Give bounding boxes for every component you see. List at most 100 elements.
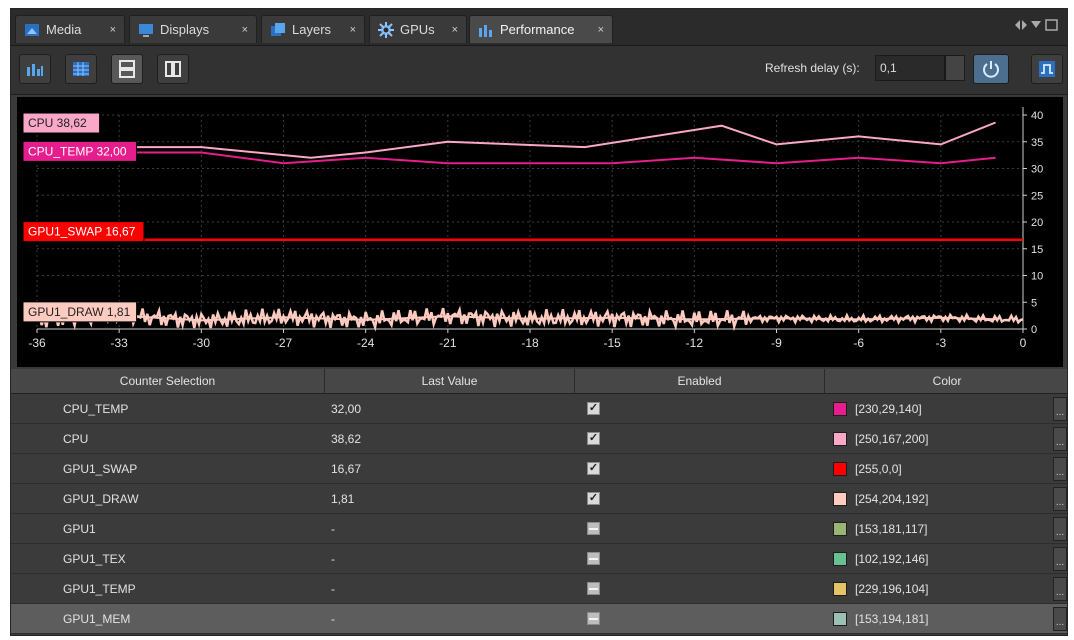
enabled-checkbox[interactable] — [587, 522, 600, 535]
tab-label: GPUs — [400, 22, 435, 37]
color-value: [230,29,140] — [855, 402, 922, 416]
color-swatch[interactable] — [833, 432, 847, 446]
color-swatch[interactable] — [833, 552, 847, 566]
color-picker-button[interactable]: ... — [1053, 607, 1067, 631]
tab-gpus[interactable]: GPUs × — [369, 15, 467, 43]
close-icon[interactable]: × — [598, 24, 604, 36]
counter-name: CPU — [63, 432, 89, 446]
pulse-button[interactable] — [1031, 54, 1063, 84]
split-horizontal-button[interactable] — [111, 54, 143, 84]
enabled-checkbox[interactable]: ✓ — [587, 402, 600, 415]
x-tick-label: -3 — [935, 336, 946, 350]
tab-layers[interactable]: Layers × — [261, 15, 365, 43]
table-row[interactable]: GPU1_TEX - [102,192,146]... — [11, 544, 1067, 574]
counter-table: Counter Selection Last Value Enabled Col… — [11, 369, 1067, 635]
window-controls[interactable] — [1015, 19, 1059, 34]
window-menu-icon[interactable] — [1015, 19, 1059, 31]
table-row[interactable]: GPU1 - [153,181,117]... — [11, 514, 1067, 544]
layers-icon — [270, 22, 286, 38]
tab-label: Media — [46, 22, 82, 37]
chart-svg: -36 -33 -30 -27 -24 -21 -18 -15 -12 -9 -6 -3 0051015… — [22, 107, 1043, 350]
last-value: 16,67 — [331, 462, 362, 476]
y-tick-label: 20 — [1031, 217, 1043, 229]
split-vertical-button[interactable] — [157, 54, 189, 84]
performance-icon — [478, 22, 494, 38]
refresh-delay-spinner[interactable] — [945, 55, 965, 81]
table-row[interactable]: GPU1_MEM - [153,194,181]... — [11, 604, 1067, 634]
series-label: CPU 38,62 — [28, 116, 87, 130]
table-row[interactable]: CPU 38,62 ✓ [250,167,200]... — [11, 424, 1067, 454]
table-icon — [73, 62, 89, 76]
x-tick-label: 0 — [1020, 336, 1027, 350]
color-value: [153,194,181] — [855, 612, 929, 626]
counter-name: GPU1 — [63, 522, 96, 536]
bar-chart-button[interactable] — [19, 54, 51, 84]
tab-displays[interactable]: Displays × — [129, 15, 257, 43]
tab-label: Layers — [292, 22, 332, 37]
x-tick-label: -6 — [853, 336, 864, 350]
x-tick-label: -24 — [357, 336, 375, 350]
table-row[interactable]: GPU1_TEMP - [229,196,104]... — [11, 574, 1067, 604]
enabled-checkbox[interactable] — [587, 612, 600, 625]
color-swatch[interactable] — [833, 522, 847, 536]
tab-performance[interactable]: Performance × — [469, 15, 613, 43]
color-picker-button[interactable]: ... — [1053, 397, 1067, 421]
column-header-last-value[interactable]: Last Value — [325, 369, 575, 393]
enabled-checkbox[interactable]: ✓ — [587, 492, 600, 505]
column-header-color[interactable]: Color — [825, 369, 1067, 393]
close-icon[interactable]: × — [452, 24, 458, 36]
close-icon[interactable]: × — [110, 24, 116, 36]
enabled-checkbox[interactable]: ✓ — [587, 432, 600, 445]
power-button[interactable] — [973, 54, 1009, 84]
series-label: CPU_TEMP 32,00 — [28, 144, 127, 158]
column-header-counter[interactable]: Counter Selection — [11, 369, 325, 393]
bar-chart-icon — [27, 64, 43, 76]
table-view-button[interactable] — [65, 54, 97, 84]
color-swatch[interactable] — [833, 492, 847, 506]
refresh-delay-input[interactable] — [875, 55, 945, 81]
table-row[interactable]: GPU1_DRAW 1,81 ✓ [254,204,192]... — [11, 484, 1067, 514]
color-swatch[interactable] — [833, 462, 847, 476]
x-tick-label: -15 — [603, 336, 621, 350]
color-picker-button[interactable]: ... — [1053, 457, 1067, 481]
color-swatch[interactable] — [833, 402, 847, 416]
x-tick-label: -27 — [275, 336, 293, 350]
close-icon[interactable]: × — [242, 24, 248, 36]
last-value: - — [331, 582, 335, 596]
table-row[interactable]: GPU1_SWAP 16,67 ✓ [255,0,0]... — [11, 454, 1067, 484]
color-picker-button[interactable]: ... — [1053, 487, 1067, 511]
tab-media[interactable]: Media × — [15, 15, 125, 43]
color-picker-button[interactable]: ... — [1053, 427, 1067, 451]
color-value: [229,196,104] — [855, 582, 929, 596]
color-picker-button[interactable]: ... — [1053, 517, 1067, 541]
y-tick-label: 40 — [1031, 110, 1043, 122]
x-tick-label: -30 — [193, 336, 211, 350]
tab-label: Displays — [160, 22, 210, 37]
media-icon — [24, 22, 40, 38]
close-icon[interactable]: × — [350, 24, 356, 36]
y-tick-label: 30 — [1031, 164, 1043, 176]
last-value: - — [331, 612, 335, 626]
table-header: Counter Selection Last Value Enabled Col… — [11, 369, 1067, 394]
counter-name: GPU1_TEX — [63, 552, 126, 566]
toolbar: Refresh delay (s): — [11, 46, 1067, 95]
color-swatch[interactable] — [833, 582, 847, 596]
color-swatch[interactable] — [833, 612, 847, 626]
color-picker-button[interactable]: ... — [1053, 547, 1067, 571]
column-header-enabled[interactable]: Enabled — [575, 369, 825, 393]
color-value: [255,0,0] — [855, 462, 902, 476]
y-tick-label: 5 — [1031, 297, 1037, 309]
color-picker-button[interactable]: ... — [1053, 577, 1067, 601]
x-tick-label: -9 — [771, 336, 782, 350]
series-line-cpu-temp — [37, 151, 996, 165]
last-value: 38,62 — [331, 432, 362, 446]
last-value: 1,81 — [331, 492, 355, 506]
y-tick-label: 35 — [1031, 137, 1043, 149]
performance-window: Media × Displays × Layers × GPUs × Perfo… — [10, 8, 1068, 636]
performance-chart: -36 -33 -30 -27 -24 -21 -18 -15 -12 -9 -6 -3 0 0 5 10 15… — [17, 97, 1063, 367]
last-value: 32,00 — [331, 402, 362, 416]
enabled-checkbox[interactable] — [587, 582, 600, 595]
enabled-checkbox[interactable] — [587, 552, 600, 565]
table-row[interactable]: CPU_TEMP 32,00 ✓ [230,29,140]... — [11, 394, 1067, 424]
enabled-checkbox[interactable]: ✓ — [587, 462, 600, 475]
